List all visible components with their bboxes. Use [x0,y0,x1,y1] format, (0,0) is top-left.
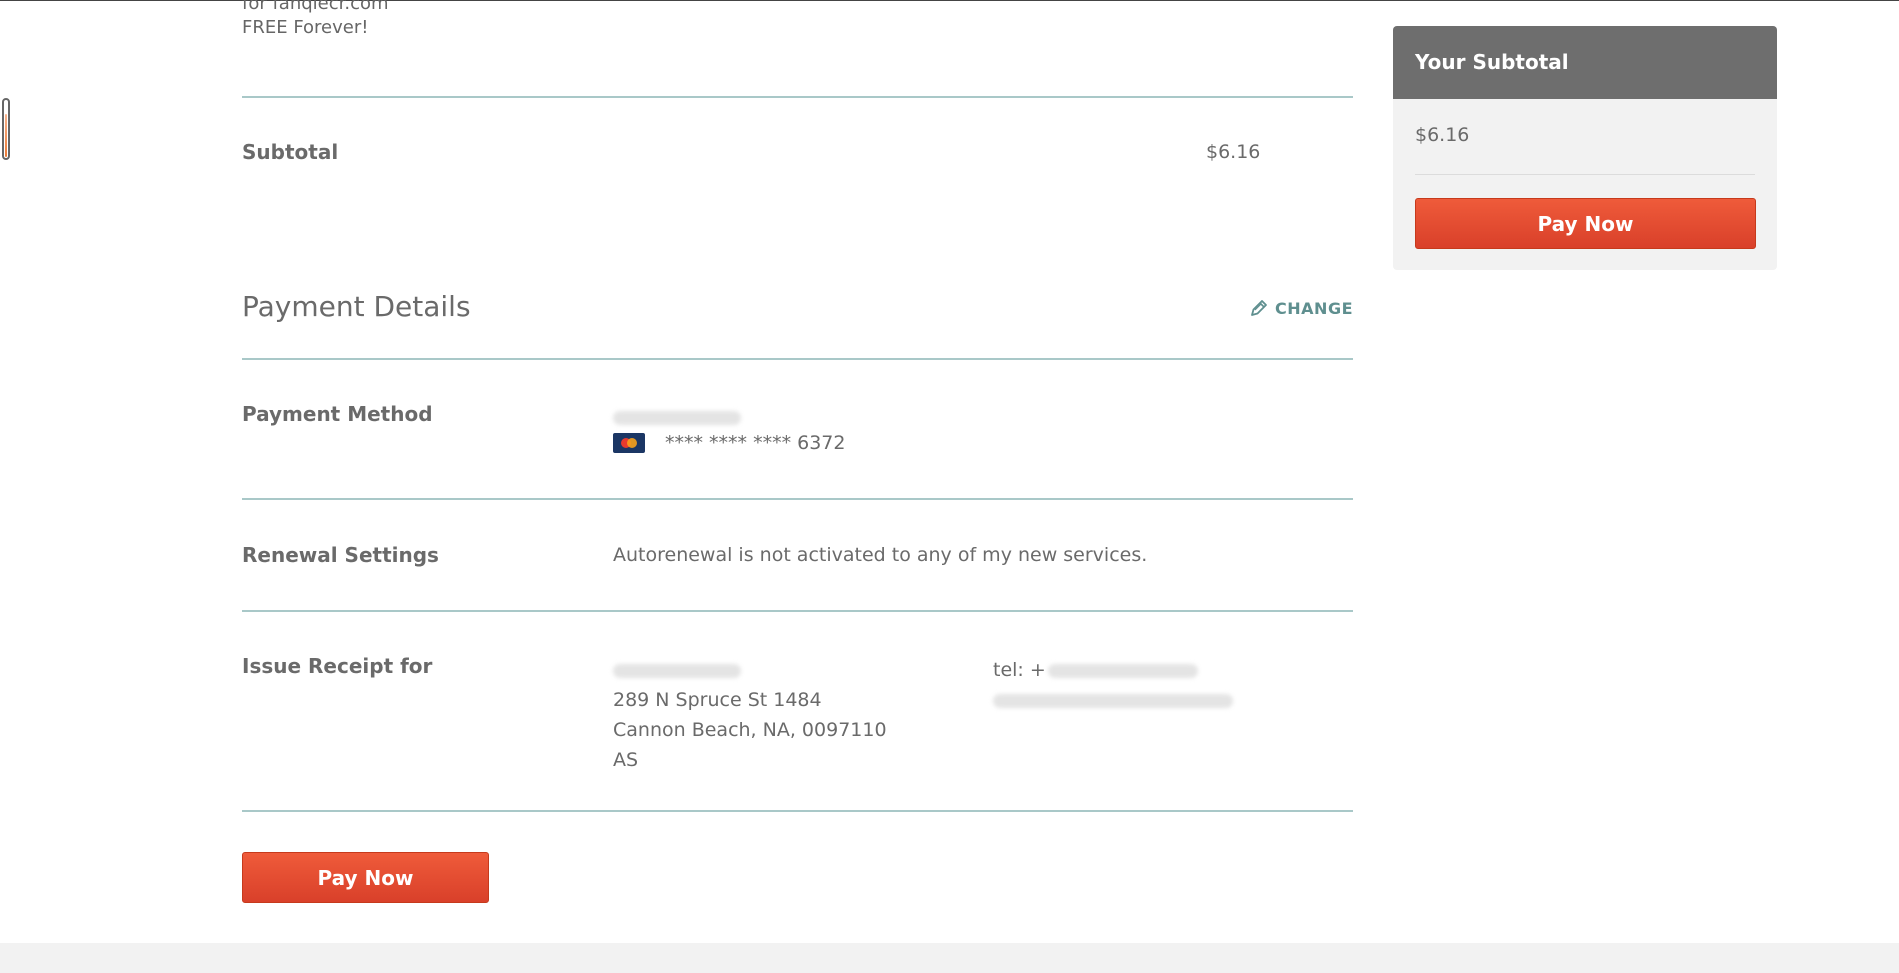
change-label: CHANGE [1275,298,1353,318]
subtotal-value: $6.16 [1206,141,1261,163]
divider [242,498,1353,500]
receipt-contact: tel: + [993,655,1233,715]
sidebar-pay-now-button[interactable]: Pay Now [1415,198,1756,249]
scroll-indicator[interactable] [2,98,10,160]
payment-method-label: Payment Method [242,402,433,426]
pencil-icon [1251,300,1267,316]
receipt-tel-prefix: tel: + [993,659,1046,681]
divider [242,96,1353,98]
receipt-email-redacted [993,685,1233,715]
previous-item-price-note: FREE Forever! [242,17,369,38]
receipt-address-line3: AS [613,749,639,771]
sidebar-divider [1415,174,1755,175]
receipt-address-line2: Cannon Beach, NA, 0097110 [613,719,887,741]
change-payment-link[interactable]: CHANGE [1249,298,1353,318]
divider [242,358,1353,360]
divider [242,810,1353,812]
payment-details-title: Payment Details [242,290,471,323]
subtotal-label: Subtotal [242,140,339,164]
subtotal-sidebar: Your Subtotal $6.16 Pay Now [1393,26,1777,270]
scroll-indicator-fill [5,114,7,157]
redacted-name [613,663,741,678]
card-number: **** **** **** 6372 [665,432,846,454]
footer-band [0,943,1899,973]
cardholder-name-redacted [613,406,741,428]
sidebar-title: Your Subtotal [1393,26,1777,99]
receipt-tel: tel: + [993,655,1233,685]
redacted-email [993,693,1233,708]
receipt-address-line1: 289 N Spruce St 1484 [613,689,822,711]
renewal-settings-label: Renewal Settings [242,543,439,567]
receipt-address: 289 N Spruce St 1484 Cannon Beach, NA, 0… [613,655,887,775]
mastercard-icon [613,433,645,453]
pay-now-button[interactable]: Pay Now [242,852,489,903]
issue-receipt-label: Issue Receipt for [242,654,433,678]
redacted-phone [1047,663,1198,678]
redacted-cardholder [613,410,741,425]
previous-item-domain: for fanqiecr.com [242,0,389,14]
divider [242,610,1353,612]
renewal-settings-text: Autorenewal is not activated to any of m… [613,544,1148,566]
receipt-name-redacted [613,655,887,685]
card-line: **** **** **** 6372 [613,432,845,454]
sidebar-subtotal-amount: $6.16 [1415,124,1470,146]
previous-cart-item: for fanqiecr.com FREE Forever! [242,0,389,40]
